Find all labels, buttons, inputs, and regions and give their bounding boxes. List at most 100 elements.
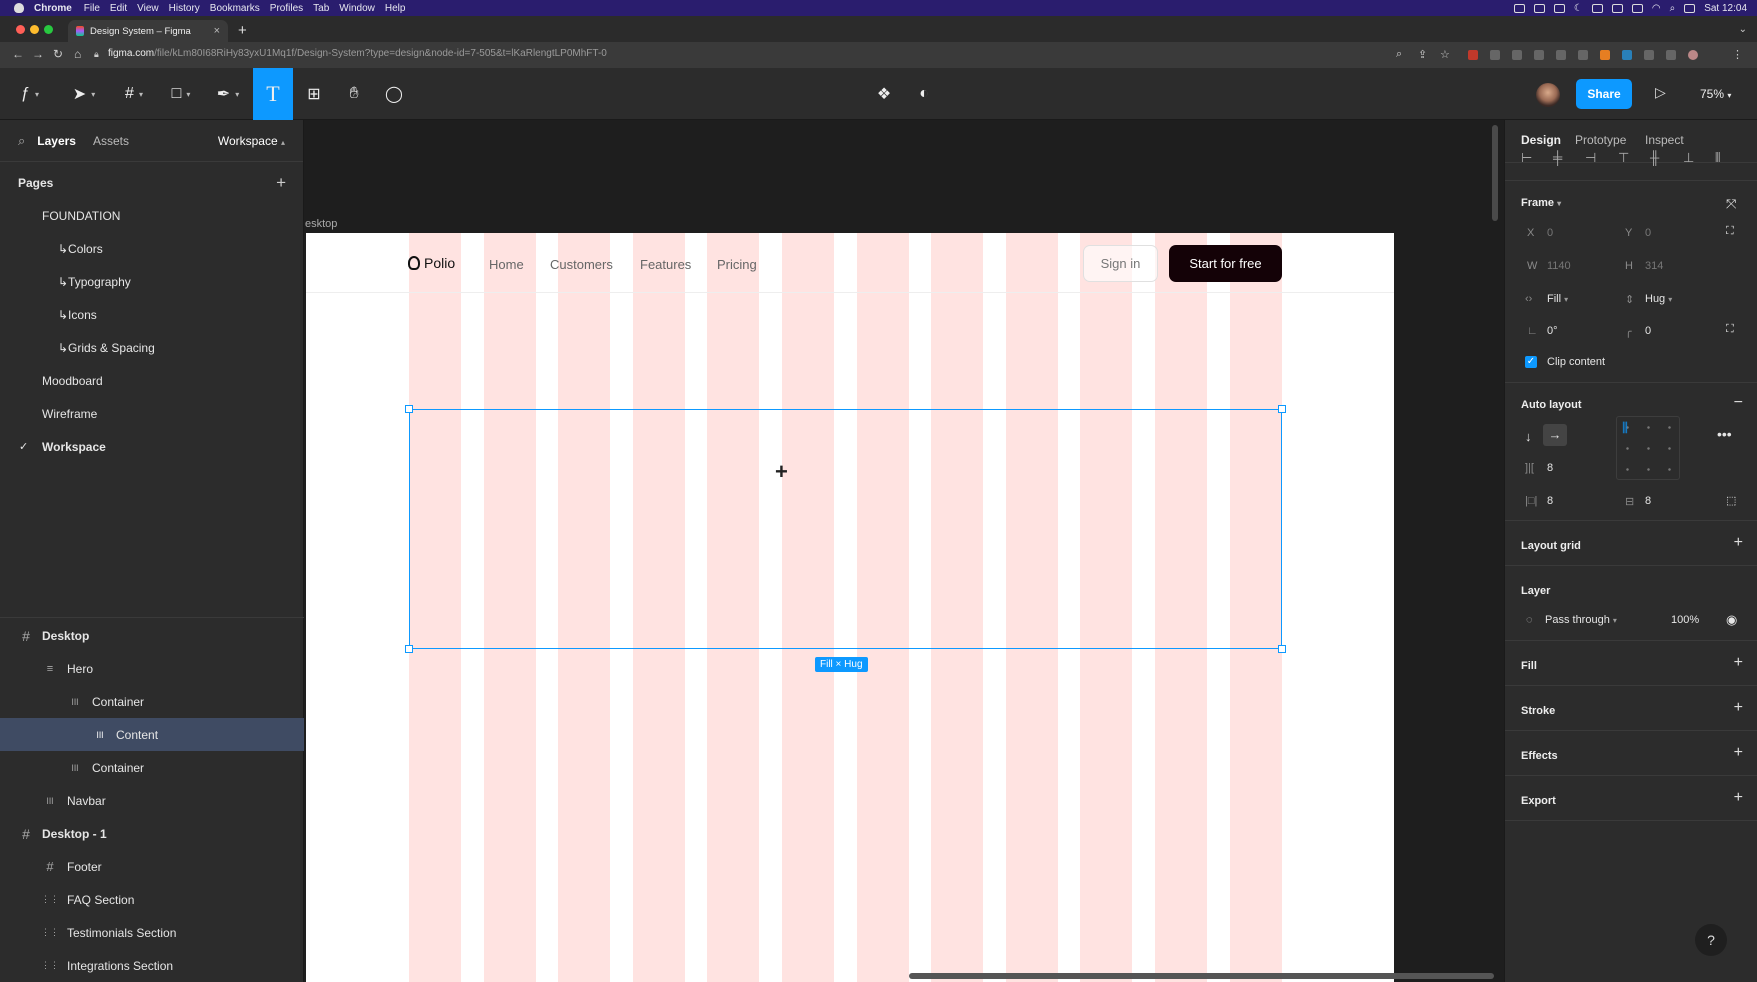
resize-handle[interactable]	[1278, 645, 1286, 653]
extension-icon[interactable]	[1490, 50, 1500, 60]
resources-icon[interactable]: ⊞	[300, 68, 328, 120]
blend-mode-dropdown[interactable]: Pass through ▾	[1545, 614, 1617, 626]
page-item-wireframe[interactable]: Wireframe	[0, 397, 304, 430]
comment-tool-icon[interactable]: ◯	[380, 68, 408, 120]
forward-icon[interactable]: →	[32, 47, 44, 61]
bookmark-star-icon[interactable]: ☆	[1440, 48, 1450, 61]
nav-link-pricing[interactable]: Pricing	[717, 257, 757, 272]
frame-section-title[interactable]: Frame ▾	[1521, 197, 1561, 209]
layer-desktop-1[interactable]: # Desktop - 1	[0, 817, 304, 850]
tab-design[interactable]: Design	[1521, 133, 1561, 147]
new-tab-button[interactable]: +	[238, 22, 247, 39]
share-button[interactable]: Share	[1576, 79, 1632, 109]
horizontal-padding-input[interactable]: 8	[1547, 495, 1553, 507]
tab-layers[interactable]: Layers	[37, 134, 76, 148]
layer-integrations-section[interactable]: ⋮⋮ Integrations Section	[0, 949, 304, 982]
home-icon[interactable]: ⌂	[74, 47, 81, 61]
site-navbar[interactable]: Polio Home Customers Features Pricing Si…	[306, 233, 1394, 293]
y-input[interactable]: 0	[1645, 227, 1651, 239]
layer-container[interactable]: ǀǀǀ Container	[0, 751, 304, 784]
horizontal-direction-icon[interactable]: →	[1543, 424, 1567, 446]
frame-name-label[interactable]: esktop	[305, 218, 337, 230]
align-center-h-icon[interactable]: ╪	[1553, 150, 1562, 165]
avatar[interactable]	[1536, 83, 1560, 107]
zoom-dropdown[interactable]: 75% ▾	[1700, 87, 1731, 101]
h-input[interactable]: 314	[1645, 260, 1663, 272]
add-stroke-icon[interactable]: +	[1734, 699, 1743, 717]
reload-icon[interactable]: ↻	[53, 47, 63, 61]
text-tool-icon[interactable]: T	[253, 68, 293, 120]
battery-icon[interactable]	[1631, 3, 1643, 13]
align-middle-icon[interactable]: ╫	[1650, 150, 1659, 165]
page-item-typography[interactable]: ↳Typography	[0, 265, 304, 298]
page-item-colors[interactable]: ↳Colors	[0, 232, 304, 265]
individual-padding-icon[interactable]: ⬚	[1726, 494, 1736, 507]
menu-file[interactable]: File	[84, 3, 110, 14]
menu-edit[interactable]: Edit	[110, 3, 137, 14]
add-export-icon[interactable]: +	[1734, 789, 1743, 807]
close-tab-icon[interactable]: ×	[214, 25, 220, 37]
align-left-icon[interactable]: ⊢	[1521, 150, 1532, 166]
chevron-down-icon[interactable]: ⌄	[1739, 24, 1747, 35]
back-icon[interactable]: ←	[12, 47, 24, 61]
w-input[interactable]: 1140	[1547, 260, 1571, 272]
vertical-padding-input[interactable]: 8	[1645, 495, 1651, 507]
width-mode-dropdown[interactable]: Fill ▾	[1547, 293, 1568, 305]
page-item-workspace[interactable]: ✓ Workspace	[0, 430, 304, 463]
horizontal-scrollbar[interactable]	[909, 973, 1494, 979]
extension-icon[interactable]	[1556, 50, 1566, 60]
control-center-icon[interactable]	[1684, 3, 1696, 13]
minimize-window-button[interactable]	[30, 25, 39, 34]
resize-handle[interactable]	[405, 405, 413, 413]
menu-profiles[interactable]: Profiles	[270, 3, 313, 14]
menu-bookmarks[interactable]: Bookmarks	[210, 3, 270, 14]
share-page-icon[interactable]: ⇪	[1418, 48, 1427, 61]
pen-tool-icon[interactable]: ✒ ▾	[210, 68, 246, 120]
page-item-moodboard[interactable]: Moodboard	[0, 364, 304, 397]
tab-inspect[interactable]: Inspect	[1645, 133, 1684, 147]
layer-desktop[interactable]: # Desktop	[0, 619, 304, 652]
vertical-direction-icon[interactable]: ↓	[1525, 429, 1532, 444]
page-item-icons[interactable]: ↳Icons	[0, 298, 304, 331]
tray-icon[interactable]	[1513, 3, 1525, 13]
maximize-window-button[interactable]	[44, 25, 53, 34]
site-logo[interactable]: Polio	[408, 255, 455, 271]
sidebar-icon[interactable]	[1666, 50, 1676, 60]
browser-tab[interactable]: Design System – Figma ×	[68, 20, 228, 42]
more-options-icon[interactable]: •••	[1717, 426, 1732, 442]
move-tool-icon[interactable]: ➤ ▾	[66, 68, 102, 120]
opacity-input[interactable]: 100%	[1671, 614, 1699, 626]
help-button[interactable]: ?	[1695, 924, 1727, 956]
hand-tool-icon[interactable]: ✋︎	[340, 68, 368, 120]
rotation-input[interactable]: 0°	[1547, 325, 1558, 337]
profile-icon[interactable]	[1688, 50, 1698, 60]
layer-faq-section[interactable]: ⋮⋮ FAQ Section	[0, 883, 304, 916]
components-icon[interactable]: ❖	[870, 68, 898, 120]
tray-icon[interactable]	[1553, 3, 1565, 13]
menu-history[interactable]: History	[169, 3, 210, 14]
layer-content[interactable]: ǀǀǀ Content	[0, 718, 304, 751]
tray-icon[interactable]	[1533, 3, 1545, 13]
desktop-frame[interactable]: Polio Home Customers Features Pricing Si…	[306, 233, 1394, 982]
gap-input[interactable]: 8	[1547, 462, 1553, 474]
vertical-scrollbar[interactable]	[1492, 125, 1498, 221]
resize-handle[interactable]	[405, 645, 413, 653]
layer-footer[interactable]: # Footer	[0, 850, 304, 883]
distribute-icon[interactable]: ⫴	[1715, 150, 1720, 166]
height-mode-dropdown[interactable]: Hug ▾	[1645, 293, 1672, 305]
menu-window[interactable]: Window	[339, 3, 385, 14]
add-layout-grid-icon[interactable]: +	[1734, 534, 1743, 552]
search-icon[interactable]: ⌕	[18, 133, 25, 149]
start-for-free-button[interactable]: Start for free	[1169, 245, 1282, 282]
shape-tool-icon[interactable]: □ ▾	[163, 68, 199, 120]
layer-navbar[interactable]: ǀǀǀ Navbar	[0, 784, 304, 817]
align-right-icon[interactable]: ⊣	[1585, 150, 1596, 166]
tray-icon[interactable]	[1591, 3, 1603, 13]
align-bottom-icon[interactable]: ⊥	[1683, 150, 1694, 166]
x-input[interactable]: 0	[1547, 227, 1553, 239]
extension-icon[interactable]	[1622, 50, 1632, 60]
nav-link-features[interactable]: Features	[640, 257, 691, 272]
menu-chrome[interactable]: Chrome	[34, 3, 84, 14]
extension-icon[interactable]	[1578, 50, 1588, 60]
collapse-frame-icon[interactable]: ⤧	[1726, 196, 1736, 212]
